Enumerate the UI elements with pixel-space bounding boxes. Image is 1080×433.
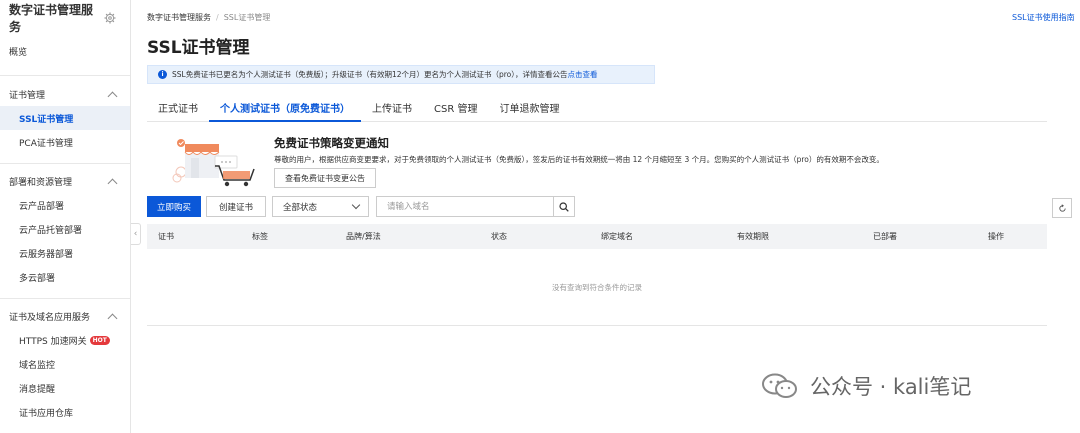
chevron-left-icon: ‹ — [133, 229, 138, 239]
sidebar-divider — [0, 75, 130, 76]
buy-now-button[interactable]: 立即购买 — [147, 196, 201, 217]
sidebar-header: 数字证书管理服务 — [0, 0, 130, 36]
table-header: 证书 标签 品牌/算法 状态 绑定域名 有效期限 已部署 操作 — [147, 224, 1047, 249]
sidebar-title: 数字证书管理服务 — [9, 3, 94, 34]
column-header-deployed: 已部署 — [873, 232, 897, 241]
breadcrumb-separator: / — [216, 13, 219, 22]
sidebar: 数字证书管理服务 概览 证书管理 SSL证书管理 PCA证书管理 部署和资源管理… — [0, 0, 131, 433]
page-title: SSL证书管理 — [147, 38, 250, 58]
sidebar-collapse-handle[interactable]: ‹ — [131, 223, 141, 245]
notice-bar: i SSL免费证书已更名为个人测试证书（免费版）；升级证书（有效期12个月）更名… — [147, 65, 655, 84]
status-select[interactable]: 全部状态 — [272, 196, 369, 217]
sidebar-divider — [0, 298, 130, 299]
sidebar-divider — [0, 163, 130, 164]
sidebar-item-pca[interactable]: PCA证书管理 — [0, 130, 130, 154]
table-empty-state: 没有查询到符合条件的记录 — [147, 249, 1047, 326]
tab-bar: 正式证书 个人测试证书（原免费证书） 上传证书 CSR 管理 订单退款管理 — [147, 97, 1047, 122]
banner-description: 尊敬的用户，根据供应商变更要求，对于免费领取的个人测试证书（免费版），签发后的证… — [274, 155, 884, 164]
notice-link[interactable]: 点击查看 — [568, 69, 598, 80]
column-header-actions: 操作 — [988, 232, 1004, 241]
breadcrumb-root[interactable]: 数字证书管理服务 — [147, 13, 211, 22]
sidebar-group-label: 证书管理 — [9, 90, 46, 101]
chevron-up-icon — [107, 313, 118, 323]
refresh-button[interactable] — [1052, 198, 1072, 218]
toolbar: 立即购买 创建证书 全部状态 — [147, 196, 1072, 218]
sidebar-item-overview[interactable]: 概览 — [0, 39, 130, 63]
watermark-text: 公众号 · kali笔记 — [810, 375, 972, 399]
search-button[interactable] — [553, 196, 575, 217]
column-header-status: 状态 — [491, 232, 507, 241]
view-announcement-button[interactable]: 查看免费证书变更公告 — [274, 168, 376, 188]
tab-personal-test-cert[interactable]: 个人测试证书（原免费证书） — [209, 97, 361, 122]
search-icon — [559, 201, 569, 212]
empty-message: 没有查询到符合条件的记录 — [552, 282, 642, 292]
chevron-up-icon — [107, 91, 118, 101]
notice-text: SSL免费证书已更名为个人测试证书（免费版）；升级证书（有效期12个月）更名为个… — [172, 70, 568, 79]
breadcrumb: 数字证书管理服务 / SSL证书管理 — [147, 12, 270, 23]
sidebar-group-app-service[interactable]: 证书及域名应用服务 — [0, 304, 130, 328]
sidebar-item-label: HTTPS 加速网关 — [19, 336, 87, 347]
ssl-guide-link[interactable]: SSL证书使用指南 — [1012, 12, 1075, 23]
gear-icon[interactable] — [104, 12, 116, 24]
wechat-watermark: 公众号 · kali笔记 — [760, 371, 971, 401]
tab-upload-cert[interactable]: 上传证书 — [361, 97, 423, 122]
notice-banner: 免费证书策略变更通知 尊敬的用户，根据供应商变更要求，对于免费领取的个人测试证书… — [147, 128, 1047, 192]
sidebar-item-multicloud-deploy[interactable]: 多云部署 — [0, 265, 130, 289]
info-icon: i — [158, 70, 167, 79]
refresh-icon — [1058, 203, 1066, 212]
tab-formal-cert[interactable]: 正式证书 — [147, 97, 209, 122]
column-header-validity: 有效期限 — [737, 232, 769, 241]
status-select-value: 全部状态 — [283, 202, 318, 213]
sidebar-item-message-alert[interactable]: 消息提醒 — [0, 376, 130, 400]
sidebar-item-cloud-deploy[interactable]: 云产品部署 — [0, 193, 130, 217]
column-header-tag: 标签 — [252, 232, 268, 241]
wechat-icon — [762, 373, 797, 398]
breadcrumb-current: SSL证书管理 — [223, 13, 271, 22]
chevron-down-icon — [351, 200, 361, 210]
cert-table: 证书 标签 品牌/算法 状态 绑定域名 有效期限 已部署 操作 没有查询到符合条… — [147, 224, 1047, 326]
sidebar-group-label: 部署和资源管理 — [9, 177, 73, 188]
chevron-up-icon — [107, 178, 118, 188]
tab-order-refund[interactable]: 订单退款管理 — [488, 97, 570, 122]
column-header-domain: 绑定域名 — [601, 232, 633, 241]
column-header-cert: 证书 — [158, 232, 174, 241]
sidebar-group-deploy[interactable]: 部署和资源管理 — [0, 169, 130, 193]
domain-search-input[interactable] — [376, 196, 554, 217]
sidebar-item-cloud-hosted-deploy[interactable]: 云产品托管部署 — [0, 217, 130, 241]
sidebar-group-label: 证书及域名应用服务 — [9, 312, 91, 323]
tab-csr-manage[interactable]: CSR 管理 — [423, 97, 488, 122]
sidebar-item-ssl[interactable]: SSL证书管理 — [0, 106, 130, 130]
sidebar-group-cert-manage[interactable]: 证书管理 — [0, 82, 130, 106]
shopping-cart-illustration — [171, 134, 261, 189]
hot-badge: HOT — [89, 335, 110, 345]
sidebar-item-domain-monitor[interactable]: 域名监控 — [0, 352, 130, 376]
create-cert-button[interactable]: 创建证书 — [206, 196, 266, 217]
sidebar-item-cert-repo[interactable]: 证书应用仓库 — [0, 400, 130, 424]
column-header-brand: 品牌/算法 — [346, 232, 381, 241]
sidebar-item-https-gateway[interactable]: HTTPS 加速网关 HOT — [0, 328, 130, 352]
banner-title: 免费证书策略变更通知 — [274, 136, 389, 150]
sidebar-item-server-deploy[interactable]: 云服务器部署 — [0, 241, 130, 265]
